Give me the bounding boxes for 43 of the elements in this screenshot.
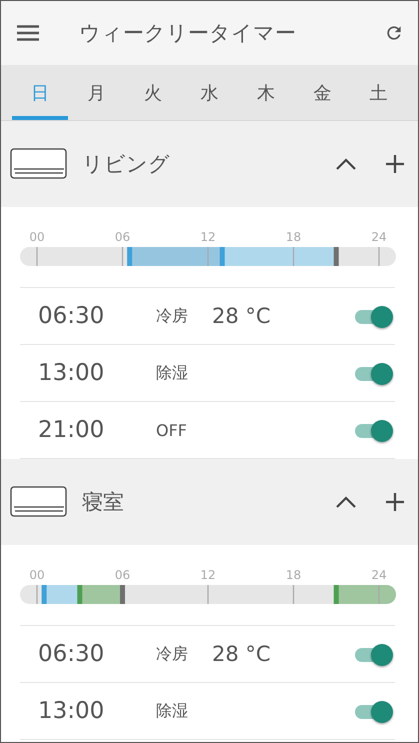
tick-label: 06 <box>114 568 130 582</box>
tick-label: 12 <box>200 230 216 244</box>
tick-label: 00 <box>29 230 45 244</box>
window-title: ウィークリータイマー <box>79 20 297 47</box>
timer-temperature: 28 °C <box>212 304 272 328</box>
timer-mode: 冷房 <box>156 306 189 326</box>
timer-mode: 冷房 <box>156 644 189 664</box>
timer-time: 21:00 <box>37 417 106 443</box>
timer-time: 13:00 <box>37 698 106 724</box>
room-name: 寝室 <box>82 489 125 516</box>
day-tab[interactable]: 水 <box>181 65 238 120</box>
timer-toggle[interactable] <box>355 420 393 440</box>
timer-time: 06:30 <box>37 641 106 667</box>
tick-label: 18 <box>286 230 302 244</box>
tick-label: 06 <box>114 230 130 244</box>
air-conditioner-icon <box>10 148 68 180</box>
day-tab[interactable]: 土 <box>350 65 407 120</box>
timer-mode: OFF <box>156 420 188 440</box>
day-tab[interactable]: 月 <box>68 65 125 120</box>
tick-label: 12 <box>200 568 216 582</box>
add-button[interactable] <box>386 155 404 173</box>
timer-time: 13:00 <box>37 360 106 386</box>
timer-toggle[interactable] <box>355 701 393 721</box>
room-name: リビング <box>82 151 171 178</box>
collapse-button[interactable] <box>336 496 356 508</box>
day-tab[interactable]: 火 <box>124 65 182 120</box>
timer-mode: 除湿 <box>156 362 189 384</box>
timer-temperature: 28 °C <box>212 642 272 666</box>
tick-label: 24 <box>371 230 387 244</box>
tick-label: 24 <box>371 568 387 582</box>
timer-time: 06:30 <box>37 303 106 329</box>
timer-mode: 除湿 <box>156 700 189 722</box>
day-tab[interactable]: 金 <box>294 65 351 120</box>
add-button[interactable] <box>386 493 404 511</box>
timer-toggle[interactable] <box>355 306 393 326</box>
tick-label: 18 <box>286 568 302 582</box>
air-conditioner-icon <box>10 486 68 518</box>
day-tab[interactable]: 木 <box>238 65 294 120</box>
timer-toggle[interactable] <box>355 363 393 383</box>
timer-toggle[interactable] <box>355 644 393 664</box>
menu-icon[interactable] <box>17 25 39 41</box>
tick-label: 00 <box>29 568 45 582</box>
collapse-button[interactable] <box>336 158 356 170</box>
